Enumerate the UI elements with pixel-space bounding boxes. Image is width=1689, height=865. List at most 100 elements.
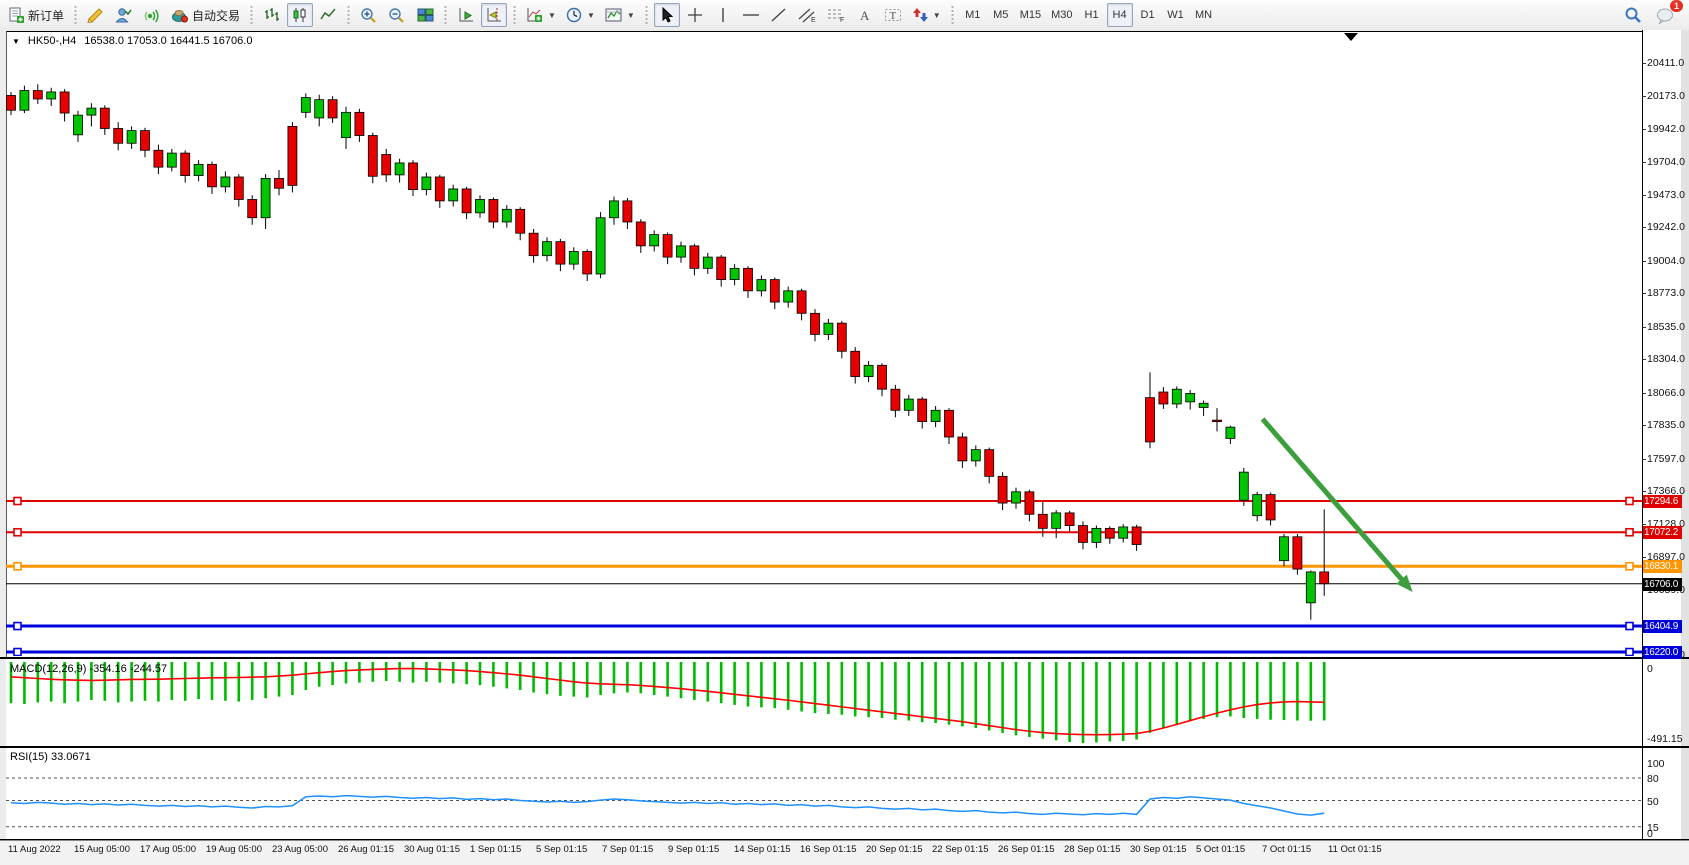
chart-shift-marker[interactable] <box>1344 33 1358 41</box>
profile-button[interactable] <box>111 3 137 27</box>
hline-handle[interactable] <box>14 563 21 570</box>
date-label: 5 Oct 01:15 <box>1196 844 1245 855</box>
price-tick-label: 19704.0 <box>1647 156 1685 168</box>
price-tick <box>1642 293 1646 294</box>
bear-candle <box>690 246 699 268</box>
text-icon: A <box>857 7 872 23</box>
indicators-button[interactable]: ▼ <box>522 3 560 27</box>
chat-button[interactable]: 1 <box>1652 3 1679 27</box>
new-order-label: 新订单 <box>28 7 64 24</box>
cursor-button[interactable] <box>654 3 680 27</box>
rsi-axis-label: 80 <box>1647 773 1659 785</box>
new-order-button[interactable]: 新订单 <box>4 3 68 27</box>
bull-candle <box>824 323 833 334</box>
date-label: 1 Sep 01:15 <box>470 844 521 855</box>
hline-handle[interactable] <box>14 529 21 536</box>
chart-shift-button[interactable] <box>481 3 507 27</box>
bear-candle <box>985 450 994 477</box>
auto-scroll-button[interactable] <box>453 3 479 27</box>
search-button[interactable] <box>1620 3 1646 27</box>
candlestick-plot[interactable] <box>6 31 1642 656</box>
line-chart-button[interactable] <box>315 3 341 27</box>
bear-candle <box>529 233 538 255</box>
toolbar-grip <box>346 6 351 24</box>
panel-divider[interactable] <box>0 747 1689 748</box>
panel-divider[interactable] <box>0 658 1689 659</box>
horizontal-line-button[interactable] <box>738 3 764 27</box>
arrows-button[interactable]: ▼ <box>908 3 945 27</box>
date-label: 7 Oct 01:15 <box>1262 844 1311 855</box>
timeframe-button-m5[interactable]: M5 <box>988 3 1014 27</box>
toolbar-grip <box>644 6 649 24</box>
chevron-down-icon: ▼ <box>933 11 941 20</box>
bear-candle <box>435 177 444 201</box>
hline-handle[interactable] <box>1626 498 1633 505</box>
date-label: 30 Sep 01:15 <box>1130 844 1187 855</box>
timeframe-button-d1[interactable]: D1 <box>1135 3 1161 27</box>
zoom-in-button[interactable] <box>356 3 382 27</box>
chat-badge: 1 <box>1669 0 1684 13</box>
autotrading-label: 自动交易 <box>192 7 240 24</box>
bear-candle <box>1132 527 1141 545</box>
rsi-label: RSI(15) 33.0671 <box>10 751 91 763</box>
chevron-down-icon: ▼ <box>627 11 635 20</box>
bear-candle <box>918 399 927 421</box>
hline-handle[interactable] <box>1626 623 1633 630</box>
timeframe-button-m1[interactable]: M1 <box>960 3 986 27</box>
signals-button[interactable] <box>139 3 165 27</box>
zoom-out-button[interactable] <box>384 3 410 27</box>
bull-candle <box>47 92 56 99</box>
timeframe-label: H1 <box>1085 9 1099 21</box>
timeframe-button-h4[interactable]: H4 <box>1107 3 1133 27</box>
price-tick <box>1642 129 1646 130</box>
hline-handle[interactable] <box>1626 529 1633 536</box>
bear-candle <box>60 92 69 113</box>
bull-candle <box>1199 403 1208 407</box>
hline-handle[interactable] <box>14 623 21 630</box>
hline-handle[interactable] <box>1626 649 1633 656</box>
hline-handle[interactable] <box>1626 563 1633 570</box>
timeframe-button-m30[interactable]: M30 <box>1047 3 1076 27</box>
timeframe-label: M1 <box>965 9 980 21</box>
bar-chart-button[interactable] <box>259 3 285 27</box>
rsi-axis-label: 100 <box>1647 758 1665 770</box>
crosshair-button[interactable] <box>682 3 708 27</box>
trendline-button[interactable] <box>766 3 792 27</box>
hline-handle[interactable] <box>14 649 21 656</box>
bear-candle <box>1079 526 1088 543</box>
timeframe-button-h1[interactable]: H1 <box>1079 3 1105 27</box>
tile-windows-button[interactable] <box>412 3 438 27</box>
bear-candle <box>1159 392 1168 404</box>
panel-divider[interactable] <box>0 839 1689 840</box>
timeframe-button-w1[interactable]: W1 <box>1163 3 1189 27</box>
bear-candle <box>797 291 806 313</box>
price-line-badge: 17294.6 <box>1643 495 1682 508</box>
styles-button[interactable] <box>83 3 109 27</box>
candlestick-chart-icon <box>292 7 309 23</box>
timeframe-button-mn[interactable]: MN <box>1191 3 1217 27</box>
bear-candle <box>811 313 820 334</box>
toolbar-grip <box>950 6 955 24</box>
svg-text:T: T <box>889 10 896 22</box>
date-label: 11 Aug 2022 <box>8 844 61 855</box>
periods-icon <box>566 7 583 23</box>
text-button[interactable]: A <box>852 3 878 27</box>
periods-button[interactable]: ▼ <box>562 3 599 27</box>
text-label-button[interactable]: T <box>880 3 906 27</box>
channel-button[interactable]: E <box>794 3 821 27</box>
candlestick-chart-button[interactable] <box>287 3 313 27</box>
chart-window[interactable]: ▼ HK50-,H4 16538.0 17053.0 16441.5 16706… <box>0 30 1689 865</box>
autotrading-button[interactable]: 自动交易 <box>167 3 244 27</box>
bull-candle <box>931 410 940 421</box>
hline-handle[interactable] <box>14 498 21 505</box>
rsi-plot[interactable] <box>6 748 1642 838</box>
fibonacci-button[interactable]: F <box>823 3 850 27</box>
templates-button[interactable]: ▼ <box>601 3 639 27</box>
timeframe-button-m15[interactable]: M15 <box>1016 3 1045 27</box>
bull-candle <box>904 399 913 410</box>
vertical-line-button[interactable] <box>710 3 736 27</box>
bull-candle <box>1172 389 1181 404</box>
macd-plot[interactable] <box>6 659 1642 745</box>
toolbar-grip <box>512 6 517 24</box>
macd-axis-label: -491.15 <box>1647 733 1683 745</box>
